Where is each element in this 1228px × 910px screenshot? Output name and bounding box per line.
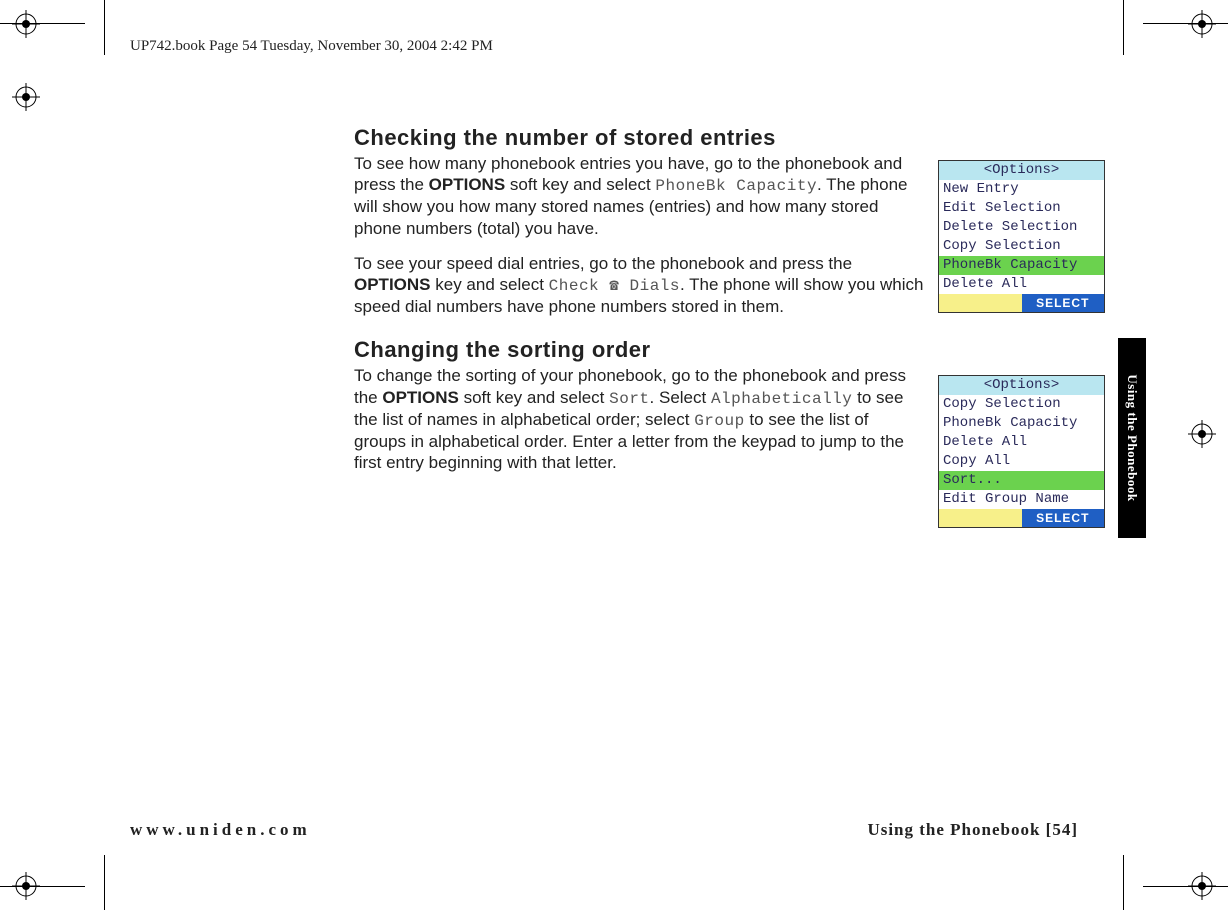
phone-screen-options-2: <Options> Copy Selection PhoneBk Capacit…	[938, 375, 1105, 528]
crop-line	[1143, 23, 1228, 24]
crop-line	[0, 886, 85, 887]
crop-line	[1143, 886, 1228, 887]
section-heading: Checking the number of stored entries	[354, 125, 924, 151]
reg-mark-icon	[1188, 10, 1216, 38]
phone-screen-options-1: <Options> New Entry Edit Selection Delet…	[938, 160, 1105, 313]
reg-mark-icon	[1188, 420, 1216, 448]
softkey-bar: SELECT	[939, 509, 1104, 527]
footer-pagetitle: Using the Phonebook [54]	[867, 820, 1078, 840]
section-tab-label: Using the Phonebook	[1124, 374, 1140, 501]
softkey-left	[939, 294, 1022, 312]
phone-icon: ☎	[609, 277, 619, 295]
softkey-left	[939, 509, 1022, 527]
menu-item: Copy Selection	[939, 237, 1104, 256]
softkey-right: SELECT	[1022, 509, 1105, 527]
screen-title: <Options>	[939, 376, 1104, 395]
reg-mark-icon	[12, 83, 40, 111]
footer-url: www.uniden.com	[130, 820, 311, 840]
menu-item: Delete All	[939, 433, 1104, 452]
page-body: Checking the number of stored entries To…	[354, 125, 924, 487]
softkey-right: SELECT	[1022, 294, 1105, 312]
menu-item: Edit Group Name	[939, 490, 1104, 509]
crop-line	[104, 855, 105, 910]
crop-line	[104, 0, 105, 55]
menu-item: Copy Selection	[939, 395, 1104, 414]
paragraph: To see your speed dial entries, go to th…	[354, 253, 924, 318]
paragraph: To change the sorting of your phonebook,…	[354, 365, 924, 473]
paragraph: To see how many phonebook entries you ha…	[354, 153, 924, 239]
crop-line	[1123, 0, 1124, 55]
page-header-metadata: UP742.book Page 54 Tuesday, November 30,…	[130, 38, 493, 55]
menu-item: Delete Selection	[939, 218, 1104, 237]
menu-item: Edit Selection	[939, 199, 1104, 218]
menu-item-highlighted: PhoneBk Capacity	[939, 256, 1104, 275]
section-heading: Changing the sorting order	[354, 337, 924, 363]
reg-mark-icon	[12, 10, 40, 38]
menu-item: Delete All	[939, 275, 1104, 294]
menu-item-highlighted: Sort...	[939, 471, 1104, 490]
screen-title: <Options>	[939, 161, 1104, 180]
menu-item: PhoneBk Capacity	[939, 414, 1104, 433]
menu-item: Copy All	[939, 452, 1104, 471]
crop-line	[0, 23, 85, 24]
softkey-bar: SELECT	[939, 294, 1104, 312]
section-tab: Using the Phonebook	[1118, 338, 1146, 538]
crop-line	[1123, 855, 1124, 910]
menu-item: New Entry	[939, 180, 1104, 199]
